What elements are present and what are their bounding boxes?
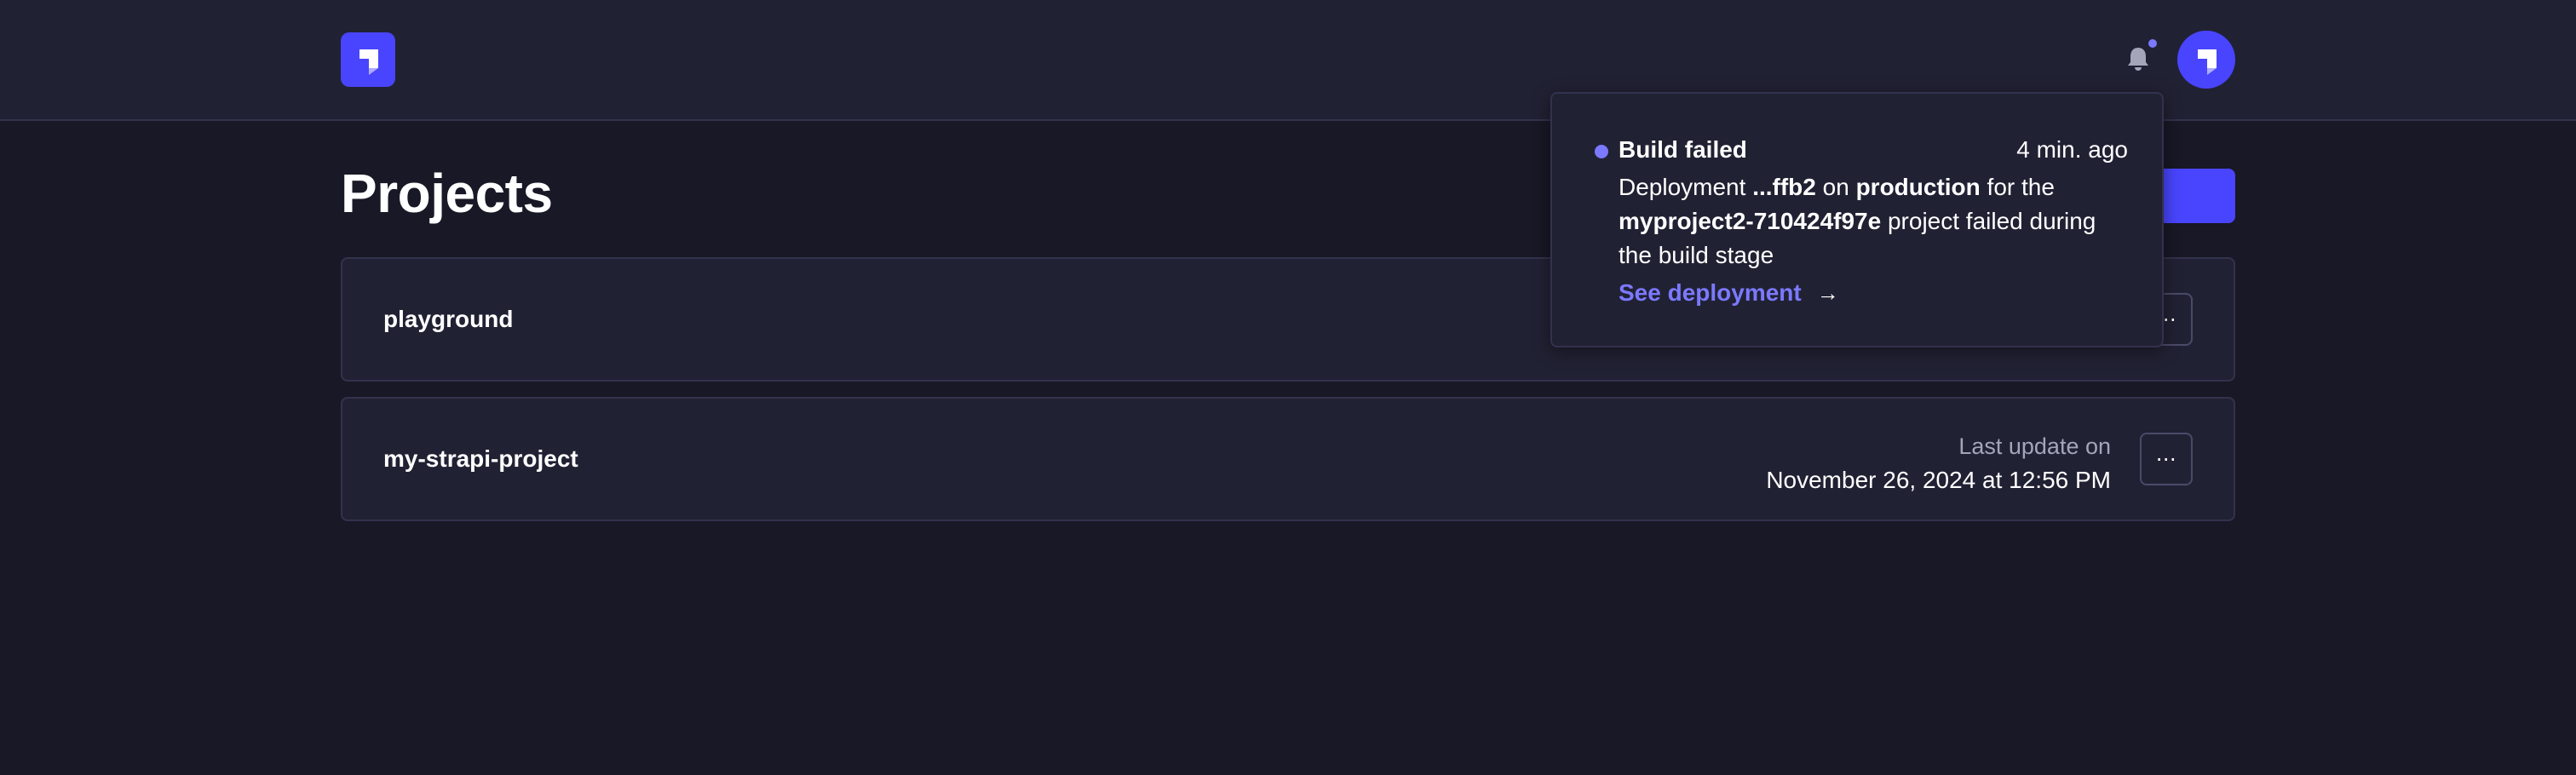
more-options-button[interactable]: ⋯ (2140, 433, 2193, 485)
unread-dot-icon (1595, 145, 1608, 158)
message-text: for the (1980, 174, 2055, 200)
ellipsis-icon: ⋯ (2155, 447, 2177, 471)
user-avatar[interactable] (2177, 31, 2235, 89)
message-text: Deployment (1619, 174, 1753, 200)
environment-name: production (1855, 174, 1981, 200)
last-update: Last update on November 26, 2024 at 12:5… (1766, 429, 2111, 497)
notification-time: 4 min. ago (2016, 136, 2128, 163)
arrow-right-icon: → (1816, 279, 1839, 306)
strapi-logo-icon[interactable] (341, 32, 395, 87)
notification-popover: Build failed 4 min. ago Deployment ...ff… (1550, 92, 2164, 347)
project-name[interactable]: my-strapi-project (383, 399, 578, 520)
project-card[interactable]: my-strapi-project Last update on Novembe… (341, 397, 2235, 521)
bell-icon[interactable] (2125, 44, 2152, 73)
see-deployment-link[interactable]: See deployment → (1619, 279, 1839, 307)
see-deployment-label[interactable]: See deployment (1619, 279, 1802, 307)
notification-badge-dot (2148, 39, 2157, 48)
notification-title: Build failed (1619, 136, 1747, 163)
last-update-label: Last update on (1958, 433, 2111, 459)
page-title: Projects (341, 163, 553, 224)
notification-message: Deployment ...ffb2 on production for the… (1619, 170, 2130, 273)
project-id: myproject2-710424f97e (1619, 208, 1882, 234)
deployment-id: ...ffb2 (1752, 174, 1816, 200)
message-text: on (1815, 174, 1856, 200)
top-bar (0, 0, 2576, 121)
project-name[interactable]: playground (383, 259, 513, 380)
last-update-date: November 26, 2024 at 12:56 PM (1766, 467, 2111, 493)
